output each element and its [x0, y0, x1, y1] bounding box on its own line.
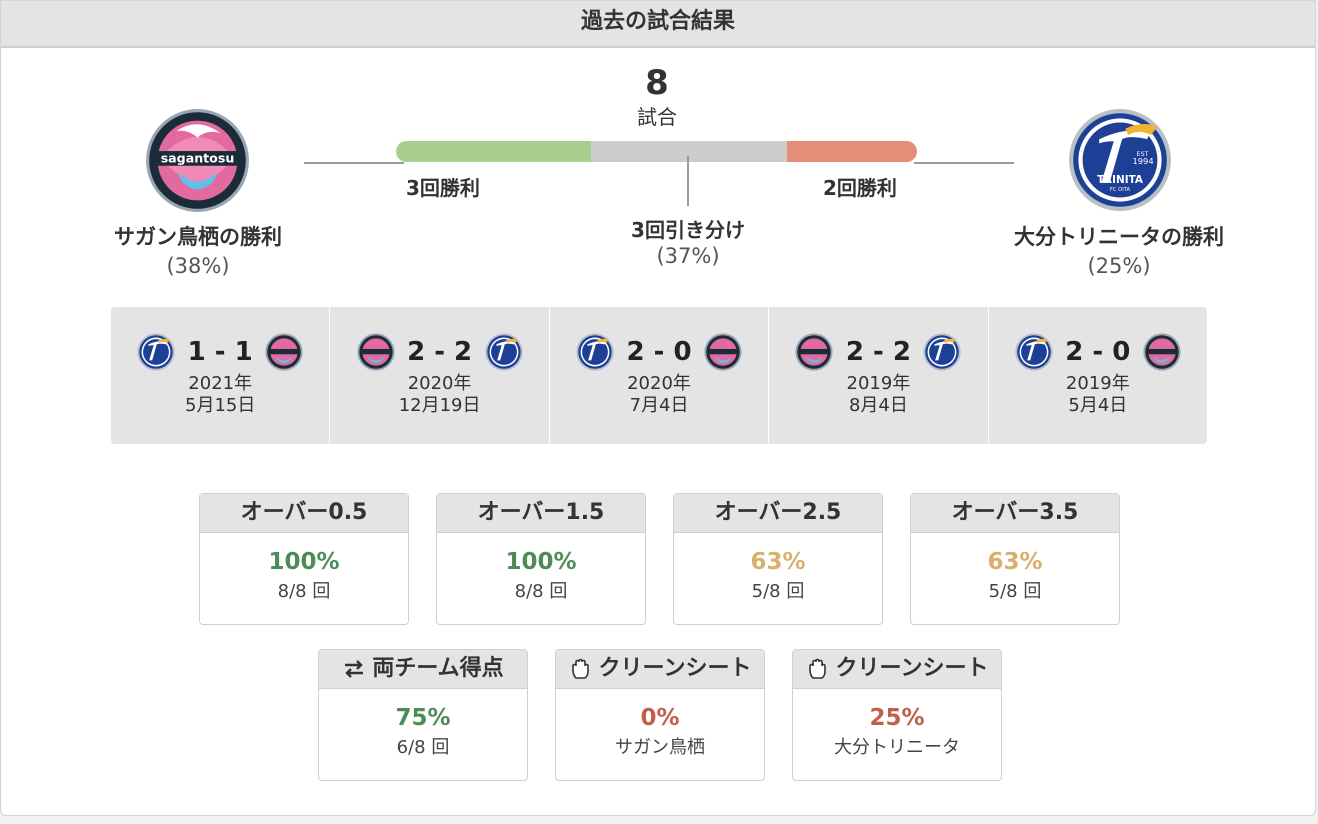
stat-card-header: クリーンシート [793, 650, 1001, 689]
total-matches: 8 [645, 63, 669, 103]
stat-card: 両チーム得点 75% 6/8 回 [318, 649, 528, 781]
draws-segment [591, 141, 787, 162]
match-date: 5月4日 [1068, 395, 1128, 416]
match-score: 1 - 1 [187, 337, 253, 367]
stat-card: クリーンシート 25% 大分トリニータ [792, 649, 1002, 781]
stat-card-value: 63% [987, 549, 1043, 575]
total-matches-label: 試合 [637, 105, 677, 129]
stat-card-header: オーバー2.5 [674, 494, 882, 533]
stat-card-subtext: 8/8 回 [277, 581, 331, 602]
stat-card-title: オーバー1.5 [477, 500, 605, 525]
away-wins-label: 大分トリニータの勝利 [1014, 225, 1224, 249]
match-date: 12月19日 [398, 395, 481, 416]
oita-trinita-logo: EST 1994 TRINITA FC OITA [1068, 108, 1172, 212]
away-connector-line [914, 162, 1014, 164]
home-wins-percent: (38%) [166, 254, 230, 278]
stat-card: オーバー3.5 63% 5/8 回 [910, 493, 1120, 625]
sagan-tosu-logo [265, 333, 303, 371]
svg-text:1994: 1994 [1132, 156, 1153, 166]
stat-card-title: オーバー2.5 [714, 500, 842, 525]
stat-card-subtext: 大分トリニータ [834, 737, 960, 758]
match-year: 2019年 [846, 373, 911, 394]
oita-trinita-logo [137, 333, 175, 371]
stat-card-value: 25% [869, 705, 925, 731]
match-year: 2020年 [407, 373, 472, 394]
match-score-row: 2 - 2 [330, 333, 548, 371]
stat-card-value: 63% [750, 549, 806, 575]
stat-card-title: オーバー3.5 [951, 500, 1079, 525]
stat-card: オーバー2.5 63% 5/8 回 [673, 493, 883, 625]
home-wins-label: サガン鳥栖の勝利 [114, 225, 282, 249]
stat-card-header: オーバー3.5 [911, 494, 1119, 533]
match-result[interactable]: 2 - 2 2020年 12月19日 [330, 307, 550, 444]
sagan-tosu-logo [356, 333, 395, 371]
swap-arrows-icon [342, 657, 366, 681]
match-score: 2 - 2 [407, 337, 473, 367]
stat-card-header: オーバー1.5 [437, 494, 645, 533]
stat-card-subtext: サガン鳥栖 [615, 737, 705, 758]
match-score: 2 - 2 [845, 337, 911, 367]
away-wins-percent: (25%) [1087, 254, 1151, 278]
stat-card-title: オーバー0.5 [240, 500, 368, 525]
stat-card-subtext: 5/8 回 [988, 581, 1042, 602]
sagan-tosu-logo [704, 333, 742, 371]
stat-card-header: オーバー0.5 [200, 494, 408, 533]
match-score-row: 2 - 0 [550, 333, 768, 371]
stat-card-value: 100% [505, 549, 577, 575]
away-wins-count: 2回勝利 [823, 176, 897, 200]
glove-icon [806, 657, 830, 681]
stat-card-subtext: 8/8 回 [514, 581, 568, 602]
sagan-tosu-logo [795, 333, 834, 371]
sagan-tosu-logo: sagantosu [145, 108, 250, 213]
svg-text:FC OITA: FC OITA [1110, 187, 1131, 193]
stat-card: クリーンシート 0% サガン鳥栖 [555, 649, 765, 781]
match-score-row: 2 - 2 [769, 333, 987, 371]
stat-card-value: 75% [395, 705, 451, 731]
stat-card-value: 100% [268, 549, 340, 575]
oita-trinita-logo [484, 333, 523, 371]
svg-text:sagantosu: sagantosu [161, 151, 235, 166]
stat-card-value: 0% [640, 705, 680, 731]
home-wins-segment [396, 141, 592, 162]
match-result[interactable]: 2 - 0 2020年 7月4日 [550, 307, 770, 444]
result-distribution-bar [396, 141, 917, 162]
sagan-tosu-logo [1143, 333, 1181, 371]
oita-trinita-logo [576, 333, 614, 371]
panel-title: 過去の試合結果 [1, 1, 1315, 48]
recent-results-strip: 1 - 1 2021年 5月15日 2 - 2 2020年 12月19日 2 - 0 [111, 307, 1207, 444]
stat-card-subtext: 6/8 回 [396, 737, 450, 758]
draws-percent: (37%) [656, 244, 720, 268]
match-year: 2021年 [188, 373, 253, 394]
match-year: 2019年 [1065, 373, 1130, 394]
match-score: 2 - 0 [1065, 337, 1131, 367]
stat-card-subtext: 5/8 回 [751, 581, 805, 602]
home-connector-line [304, 162, 404, 164]
match-score-row: 1 - 1 [111, 333, 329, 371]
stat-card-header: クリーンシート [556, 650, 764, 689]
match-year: 2020年 [627, 373, 691, 394]
home-wins-count: 3回勝利 [406, 176, 480, 200]
oita-trinita-logo [1015, 333, 1053, 371]
stat-card: オーバー0.5 100% 8/8 回 [199, 493, 409, 625]
match-result[interactable]: 1 - 1 2021年 5月15日 [111, 307, 331, 444]
match-result[interactable]: 2 - 2 2019年 8月4日 [769, 307, 989, 444]
oita-trinita-logo [923, 333, 962, 371]
match-date: 5月15日 [185, 395, 256, 416]
stat-card-header: 両チーム得点 [319, 650, 527, 689]
svg-text:TRINITA: TRINITA [1097, 174, 1143, 186]
match-result[interactable]: 2 - 0 2019年 5月4日 [989, 307, 1207, 444]
head-to-head-panel: 過去の試合結果 sagantosu EST 1994 TRINITA FC OI… [0, 0, 1316, 816]
match-score-row: 2 - 0 [989, 333, 1207, 371]
away-wins-segment [786, 141, 917, 162]
match-date: 8月4日 [848, 395, 908, 416]
stat-card-title: 両チーム得点 [372, 656, 504, 681]
match-date: 7月4日 [629, 395, 689, 416]
draws-connector-line [687, 156, 689, 206]
stat-card: オーバー1.5 100% 8/8 回 [436, 493, 646, 625]
glove-icon [569, 657, 593, 681]
stat-card-title: クリーンシート [835, 656, 989, 681]
match-score: 2 - 0 [626, 337, 692, 367]
stat-card-title: クリーンシート [598, 656, 752, 681]
draws-count: 3回引き分け [631, 218, 745, 242]
